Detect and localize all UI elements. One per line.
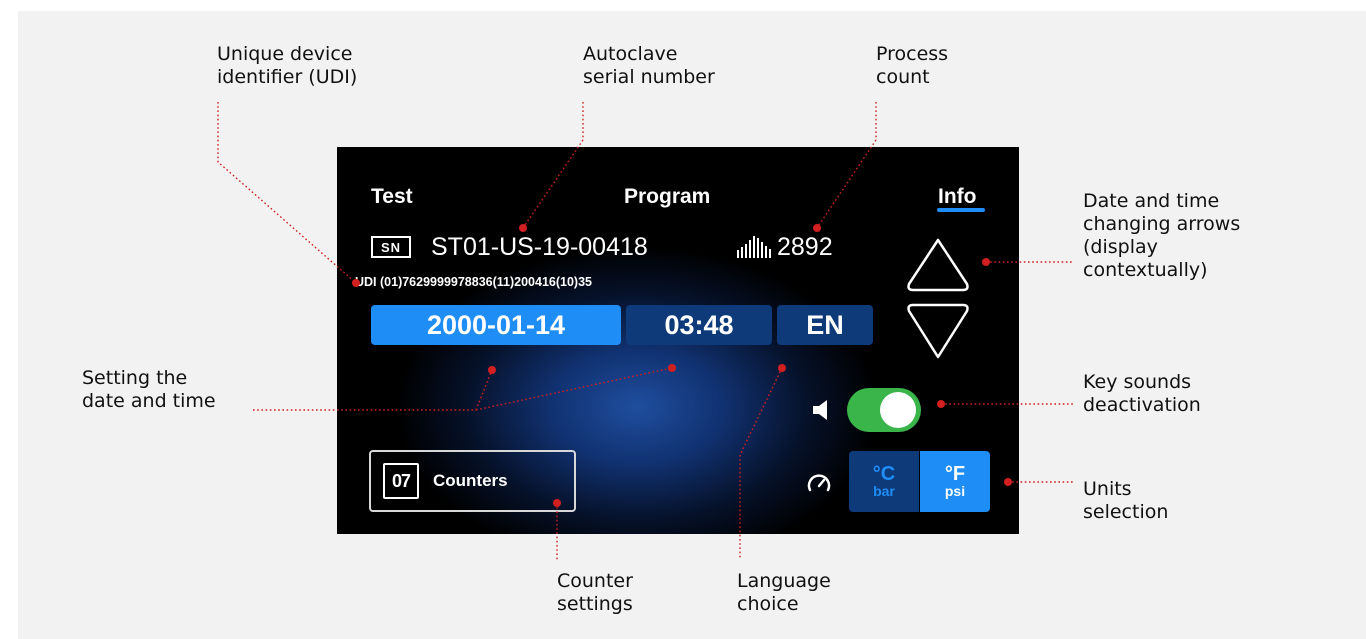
counters-button[interactable]: 07 Counters <box>369 450 576 512</box>
callout-counter-settings: Counter settings <box>557 570 633 615</box>
tab-info[interactable]: Info <box>938 185 976 209</box>
speaker-icon <box>813 400 827 420</box>
tab-test[interactable]: Test <box>371 185 413 209</box>
unit-psi-label: psi <box>944 483 966 499</box>
time-field[interactable]: 03:48 <box>626 305 772 345</box>
device-screen: Test Program Info SN ST01-US-19-00418 28… <box>337 147 1019 534</box>
serial-number: ST01-US-19-00418 <box>431 233 648 261</box>
callout-date-time-arrows: Date and time changing arrows (display c… <box>1083 190 1241 281</box>
toggle-knob <box>880 392 916 428</box>
active-tab-indicator <box>937 208 985 212</box>
down-arrow-icon[interactable] <box>905 299 971 361</box>
callout-process-count: Process count <box>876 43 949 88</box>
callout-language-choice: Language choice <box>737 570 831 615</box>
process-count: 2892 <box>777 233 833 261</box>
callout-setting-date-time: Setting the date and time <box>82 367 216 412</box>
callout-serial-number: Autoclave serial number <box>583 43 715 88</box>
counter-icon: 07 <box>383 463 419 499</box>
sn-badge: SN <box>371 236 411 258</box>
callout-key-sounds: Key sounds deactivation <box>1083 371 1201 416</box>
unit-bar-label: bar <box>873 483 895 499</box>
unit-fahrenheit-psi-button[interactable]: °F psi <box>920 451 990 512</box>
bars-icon <box>737 236 771 258</box>
unit-celsius-bar-button[interactable]: °C bar <box>849 451 919 512</box>
tab-program[interactable]: Program <box>624 185 710 209</box>
unit-fahrenheit-label: °F <box>944 463 966 485</box>
callout-units-selection: Units selection <box>1083 478 1169 523</box>
callout-udi: Unique device identifier (UDI) <box>217 43 358 88</box>
key-sound-toggle[interactable] <box>847 388 921 432</box>
units-selector: °C bar °F psi <box>849 451 990 512</box>
udi-text: UDI (01)7629999978836(11)200416(10)35 <box>355 275 592 289</box>
unit-celsius-label: °C <box>872 463 896 485</box>
date-field[interactable]: 2000-01-14 <box>371 305 621 345</box>
up-arrow-icon[interactable] <box>905 236 971 294</box>
gauge-icon <box>807 474 831 492</box>
language-field[interactable]: EN <box>777 305 873 345</box>
counters-label: Counters <box>433 471 508 490</box>
